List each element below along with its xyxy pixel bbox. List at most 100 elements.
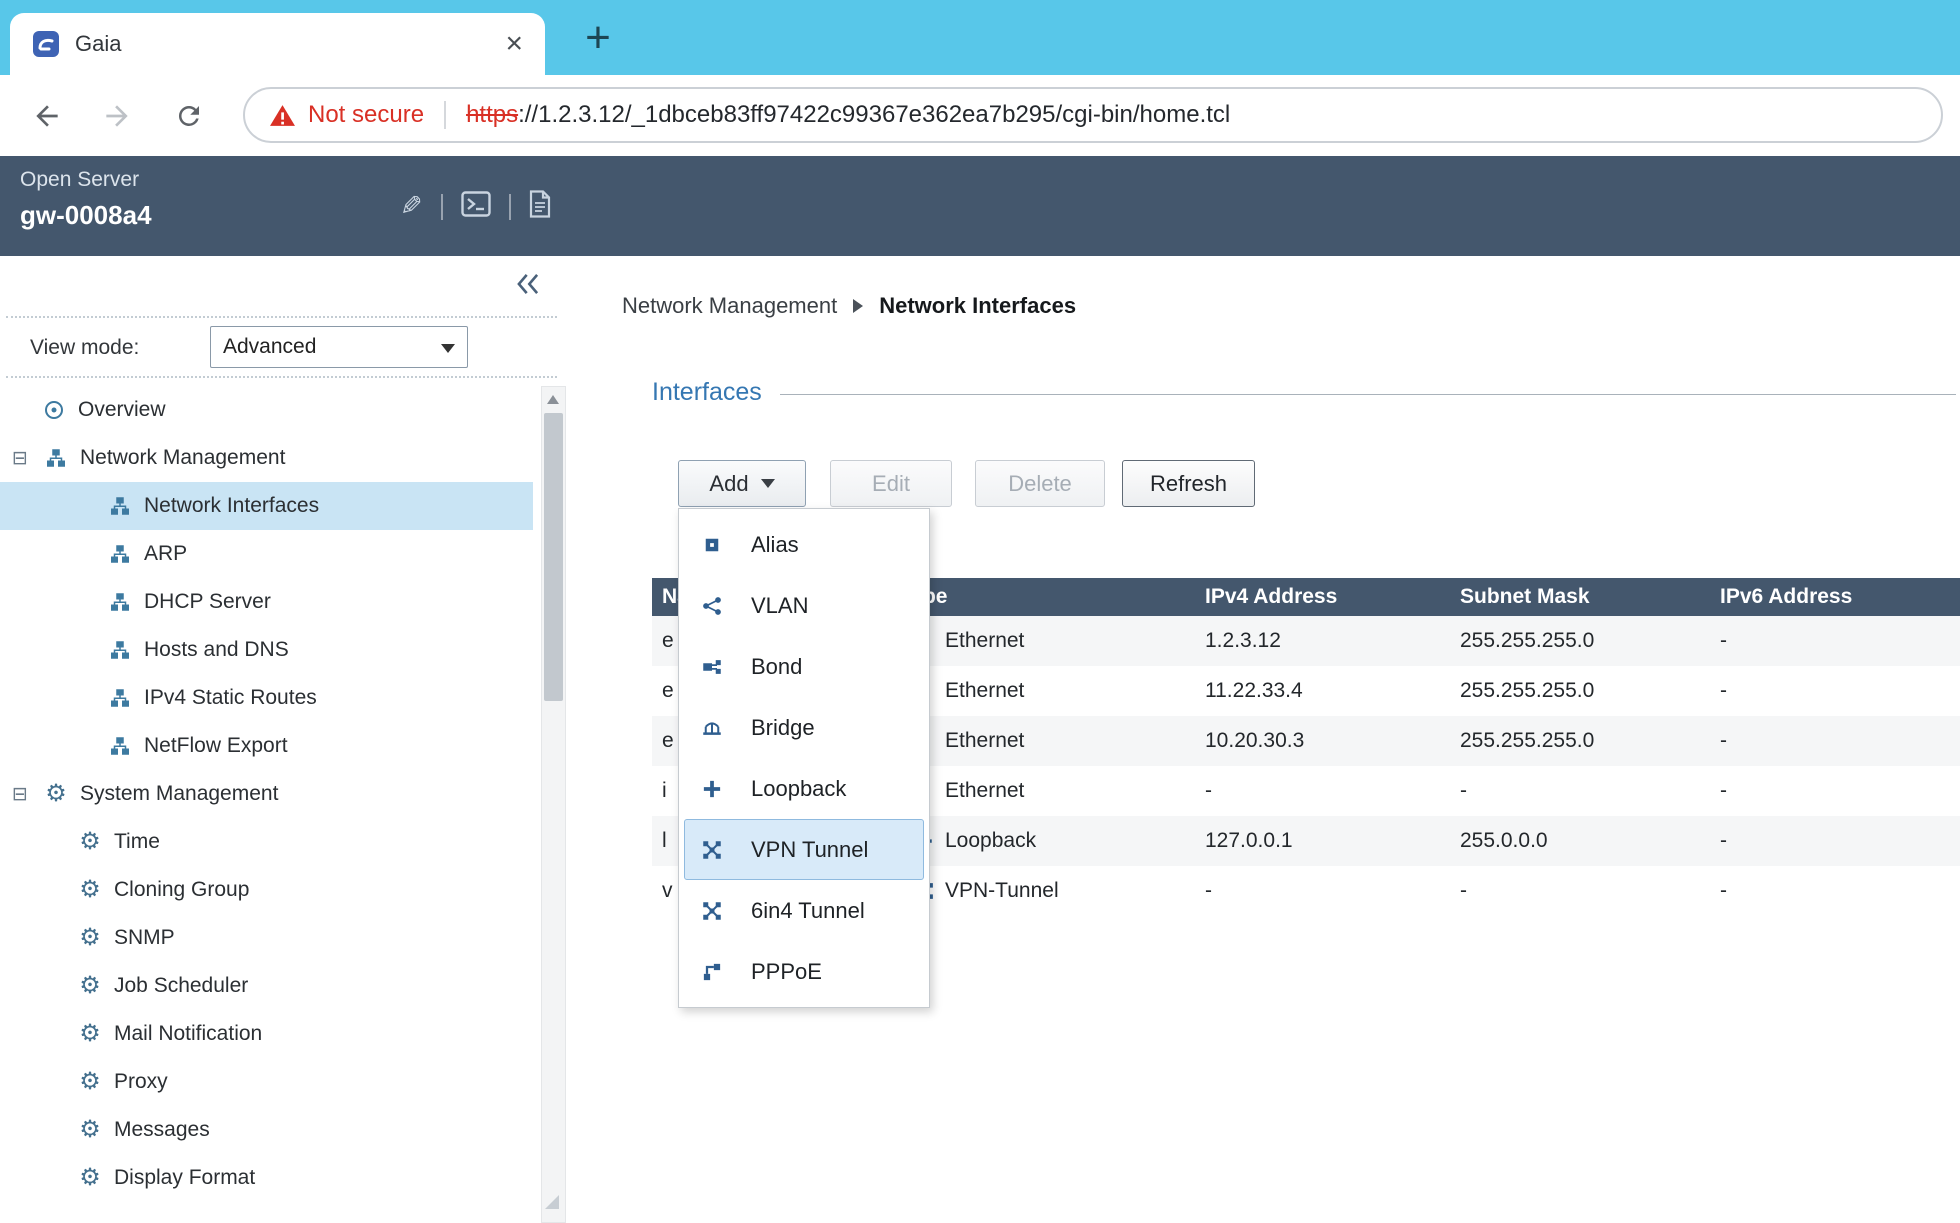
- column-header-ipv4[interactable]: IPv4 Address: [1195, 585, 1450, 609]
- view-mode-label: View mode:: [30, 336, 139, 360]
- menu-item-bond[interactable]: Bond: [679, 636, 929, 697]
- tab-close-icon[interactable]: ×: [505, 29, 523, 59]
- forward-icon[interactable]: [100, 99, 134, 133]
- section-divider: [780, 394, 1956, 395]
- cell-subnet: -: [1450, 779, 1710, 803]
- url-text[interactable]: https://1.2.3.12/_1dbceb83ff97422c99367e…: [466, 101, 1230, 129]
- cell-ipv4: 10.20.30.3: [1195, 729, 1450, 753]
- sidebar-item-time[interactable]: ⚙ Time: [0, 818, 533, 866]
- menu-item-pppoe[interactable]: PPPoE: [679, 941, 929, 1002]
- breadcrumb-parent[interactable]: Network Management: [622, 293, 837, 319]
- sidebar-item-proxy[interactable]: ⚙ Proxy: [0, 1058, 533, 1106]
- sidebar-item-label: Time: [114, 830, 160, 854]
- sidebar-item-overview[interactable]: Overview: [0, 386, 533, 434]
- sidebar-item-mail-notification[interactable]: ⚙ Mail Notification: [0, 1010, 533, 1058]
- edit-pencil-icon[interactable]: ✎: [400, 191, 423, 222]
- gear-icon: ⚙: [78, 974, 102, 998]
- sidebar-item-dhcp-server[interactable]: DHCP Server: [0, 578, 533, 626]
- column-header-type[interactable]: Type: [890, 585, 1195, 609]
- gaia-app-header: Open Server gw-0008a4 ✎: [0, 156, 1960, 256]
- cell-ipv6: -: [1710, 879, 1960, 903]
- network-icon: [44, 448, 68, 468]
- cell-type-label: VPN-Tunnel: [945, 879, 1059, 903]
- breadcrumb-arrow-icon: [853, 299, 863, 313]
- interfaces-section-header: Interfaces: [652, 378, 1956, 407]
- document-icon[interactable]: [529, 190, 551, 223]
- back-icon[interactable]: [30, 99, 64, 133]
- sidebar-scrollbar[interactable]: [541, 386, 566, 1223]
- menu-item-6in4-tunnel[interactable]: 6in4 Tunnel: [679, 880, 929, 941]
- sidebar-item-label: DHCP Server: [144, 590, 271, 614]
- edit-button[interactable]: Edit: [830, 460, 952, 507]
- scroll-up-icon[interactable]: [547, 395, 559, 404]
- collapse-box-icon[interactable]: ⊟: [12, 785, 36, 804]
- menu-item-loopback[interactable]: Loopback: [679, 758, 929, 819]
- scrollbar-thumb[interactable]: [544, 413, 563, 701]
- menu-item-label: VPN Tunnel: [751, 837, 868, 863]
- cell-subnet: -: [1450, 879, 1710, 903]
- sidebar-item-snmp[interactable]: ⚙ SNMP: [0, 914, 533, 962]
- not-secure-label[interactable]: Not secure: [308, 101, 424, 129]
- dotted-divider: [6, 316, 557, 318]
- gear-icon: ⚙: [78, 878, 102, 902]
- sidebar-item-label: NetFlow Export: [144, 734, 288, 758]
- cell-ipv4: -: [1195, 879, 1450, 903]
- sidebar-item-arp[interactable]: ARP: [0, 530, 533, 578]
- menu-item-vpn-tunnel[interactable]: VPN Tunnel: [684, 819, 924, 880]
- new-tab-button[interactable]: +: [572, 12, 624, 64]
- sidebar-item-ipv4-static-routes[interactable]: IPv4 Static Routes: [0, 674, 533, 722]
- menu-item-alias[interactable]: Alias: [679, 514, 929, 575]
- sidebar-item-label: SNMP: [114, 926, 175, 950]
- network-icon: [108, 688, 132, 708]
- browser-tab[interactable]: Gaia ×: [10, 13, 545, 75]
- sidebar-item-system-management[interactable]: ⊟ ⚙ System Management: [0, 770, 533, 818]
- cell-subnet: 255.0.0.0: [1450, 829, 1710, 853]
- menu-item-bridge[interactable]: Bridge: [679, 697, 929, 758]
- refresh-button[interactable]: Refresh: [1122, 460, 1255, 507]
- cell-type: Ethernet: [890, 629, 1195, 653]
- gear-icon: ⚙: [78, 1118, 102, 1142]
- gear-icon: ⚙: [78, 926, 102, 950]
- refresh-button-label: Refresh: [1150, 471, 1227, 497]
- terminal-icon[interactable]: [461, 191, 491, 222]
- navigation-tree: Overview ⊟ Network Management Network In…: [0, 386, 533, 1202]
- add-button-label: Add: [709, 471, 748, 497]
- sidebar-item-label: Proxy: [114, 1070, 168, 1094]
- column-header-subnet[interactable]: Subnet Mask: [1450, 585, 1710, 609]
- overview-icon: [42, 400, 66, 420]
- sidebar-item-display-format[interactable]: ⚙ Display Format: [0, 1154, 533, 1202]
- sidebar-item-network-management[interactable]: ⊟ Network Management: [0, 434, 533, 482]
- delete-button[interactable]: Delete: [975, 460, 1105, 507]
- pppoe-icon: [699, 962, 725, 982]
- collapse-sidebar-icon[interactable]: [515, 272, 541, 296]
- address-bar[interactable]: Not secure https://1.2.3.12/_1dbceb83ff9…: [243, 87, 1943, 143]
- sidebar-item-label: Cloning Group: [114, 878, 249, 902]
- gear-icon: ⚙: [78, 1022, 102, 1046]
- network-icon: [108, 640, 132, 660]
- add-dropdown-menu: Alias VLAN Bond Bridge Loopback VPN Tunn…: [678, 508, 930, 1008]
- chevron-down-icon: [441, 344, 455, 353]
- cell-type-label: Loopback: [945, 829, 1036, 853]
- sidebar-item-label: Hosts and DNS: [144, 638, 289, 662]
- sidebar-item-netflow-export[interactable]: NetFlow Export: [0, 722, 533, 770]
- cell-subnet: 255.255.255.0: [1450, 679, 1710, 703]
- column-header-ipv6[interactable]: IPv6 Address: [1710, 585, 1960, 609]
- sidebar-item-network-interfaces[interactable]: Network Interfaces: [0, 482, 533, 530]
- sidebar-item-label: Job Scheduler: [114, 974, 248, 998]
- sidebar-item-messages[interactable]: ⚙ Messages: [0, 1106, 533, 1154]
- collapse-box-icon[interactable]: ⊟: [12, 449, 36, 468]
- cell-ipv6: -: [1710, 629, 1960, 653]
- view-mode-select[interactable]: Advanced: [210, 326, 468, 368]
- menu-item-vlan[interactable]: VLAN: [679, 575, 929, 636]
- sidebar-item-label: System Management: [80, 782, 278, 806]
- sidebar-item-cloning-group[interactable]: ⚙ Cloning Group: [0, 866, 533, 914]
- url-scheme: https: [466, 101, 518, 128]
- pane-resize-grip[interactable]: [545, 1195, 559, 1209]
- menu-item-label: Alias: [751, 532, 799, 558]
- add-button[interactable]: Add: [678, 460, 806, 507]
- reload-icon[interactable]: [172, 99, 206, 133]
- sidebar-item-hosts-and-dns[interactable]: Hosts and DNS: [0, 626, 533, 674]
- loopback-icon: [699, 779, 725, 799]
- sidebar-item-job-scheduler[interactable]: ⚙ Job Scheduler: [0, 962, 533, 1010]
- cell-type: Ethernet: [890, 679, 1195, 703]
